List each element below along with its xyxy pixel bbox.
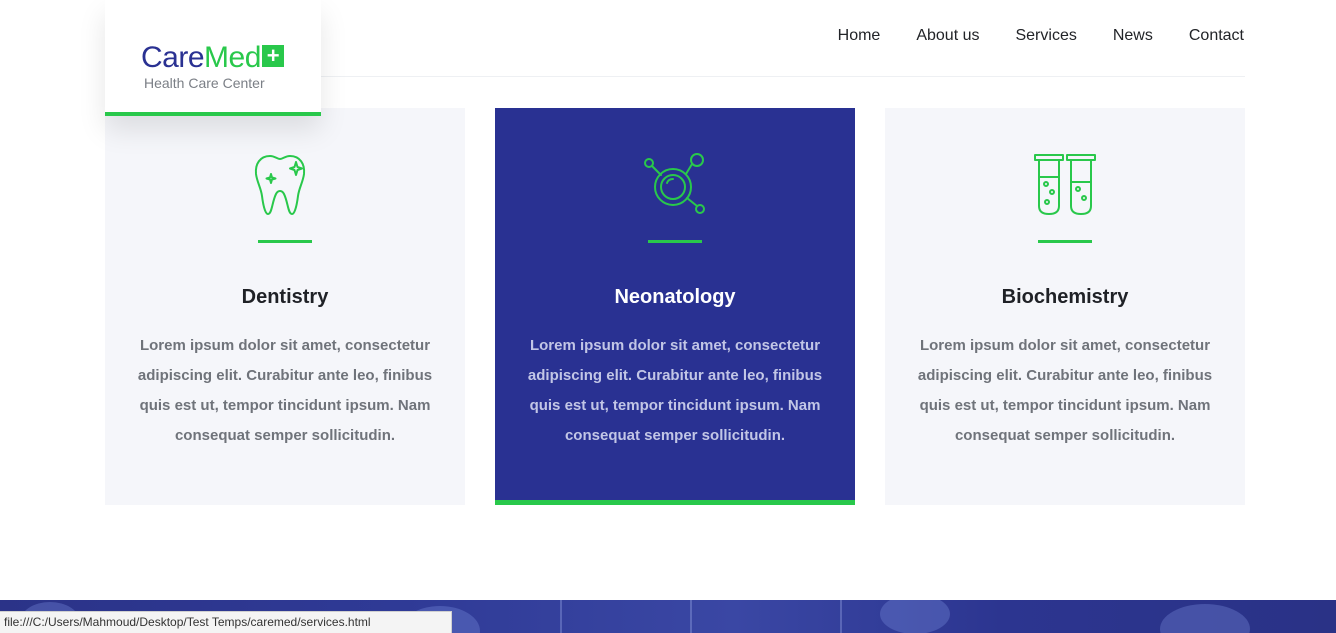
page: CareMed + Health Care Center Home About u… (0, 0, 1336, 633)
logo-med-text: Med (204, 41, 261, 74)
nav-news[interactable]: News (1113, 26, 1153, 46)
banner-line (840, 600, 842, 633)
card-divider (1038, 240, 1092, 243)
status-bar-url: file:///C:/Users/Mahmoud/Desktop/Test Te… (0, 611, 452, 633)
card-title: Dentistry (241, 286, 329, 308)
main-nav: Home About us Services News Contact (838, 26, 1244, 46)
banner-line (560, 600, 562, 633)
tooth-icon (254, 155, 306, 215)
logo-care-text: Care (141, 41, 205, 74)
logo-plus-icon: + (261, 45, 284, 67)
service-card-dentistry[interactable]: Dentistry Lorem ipsum dolor sit amet, co… (105, 108, 465, 505)
service-card-biochemistry[interactable]: Biochemistry Lorem ipsum dolor sit amet,… (885, 108, 1245, 505)
service-card-neonatology[interactable]: Neonatology Lorem ipsum dolor sit amet, … (495, 108, 855, 505)
nav-about-us[interactable]: About us (916, 26, 979, 46)
molecule-magnifier-icon (644, 153, 705, 214)
card-divider (258, 240, 312, 243)
banner-shape (1160, 604, 1250, 633)
test-tubes-icon (1034, 154, 1096, 215)
card-divider (648, 240, 702, 243)
banner-shape (880, 600, 950, 633)
card-title: Neonatology (614, 286, 736, 308)
card-description: Lorem ipsum dolor sit amet, consectetur … (527, 337, 823, 444)
logo[interactable]: CareMed + Health Care Center (105, 0, 321, 116)
logo-subtitle: Health Care Center (144, 75, 265, 91)
banner-line (690, 600, 692, 633)
nav-contact[interactable]: Contact (1189, 26, 1244, 46)
nav-home[interactable]: Home (838, 26, 881, 46)
card-description: Lorem ipsum dolor sit amet, consectetur … (917, 337, 1213, 444)
card-description: Lorem ipsum dolor sit amet, consectetur … (137, 337, 433, 444)
logo-title: CareMed + (141, 41, 284, 75)
card-title: Biochemistry (1001, 286, 1129, 308)
nav-services[interactable]: Services (1015, 26, 1076, 46)
